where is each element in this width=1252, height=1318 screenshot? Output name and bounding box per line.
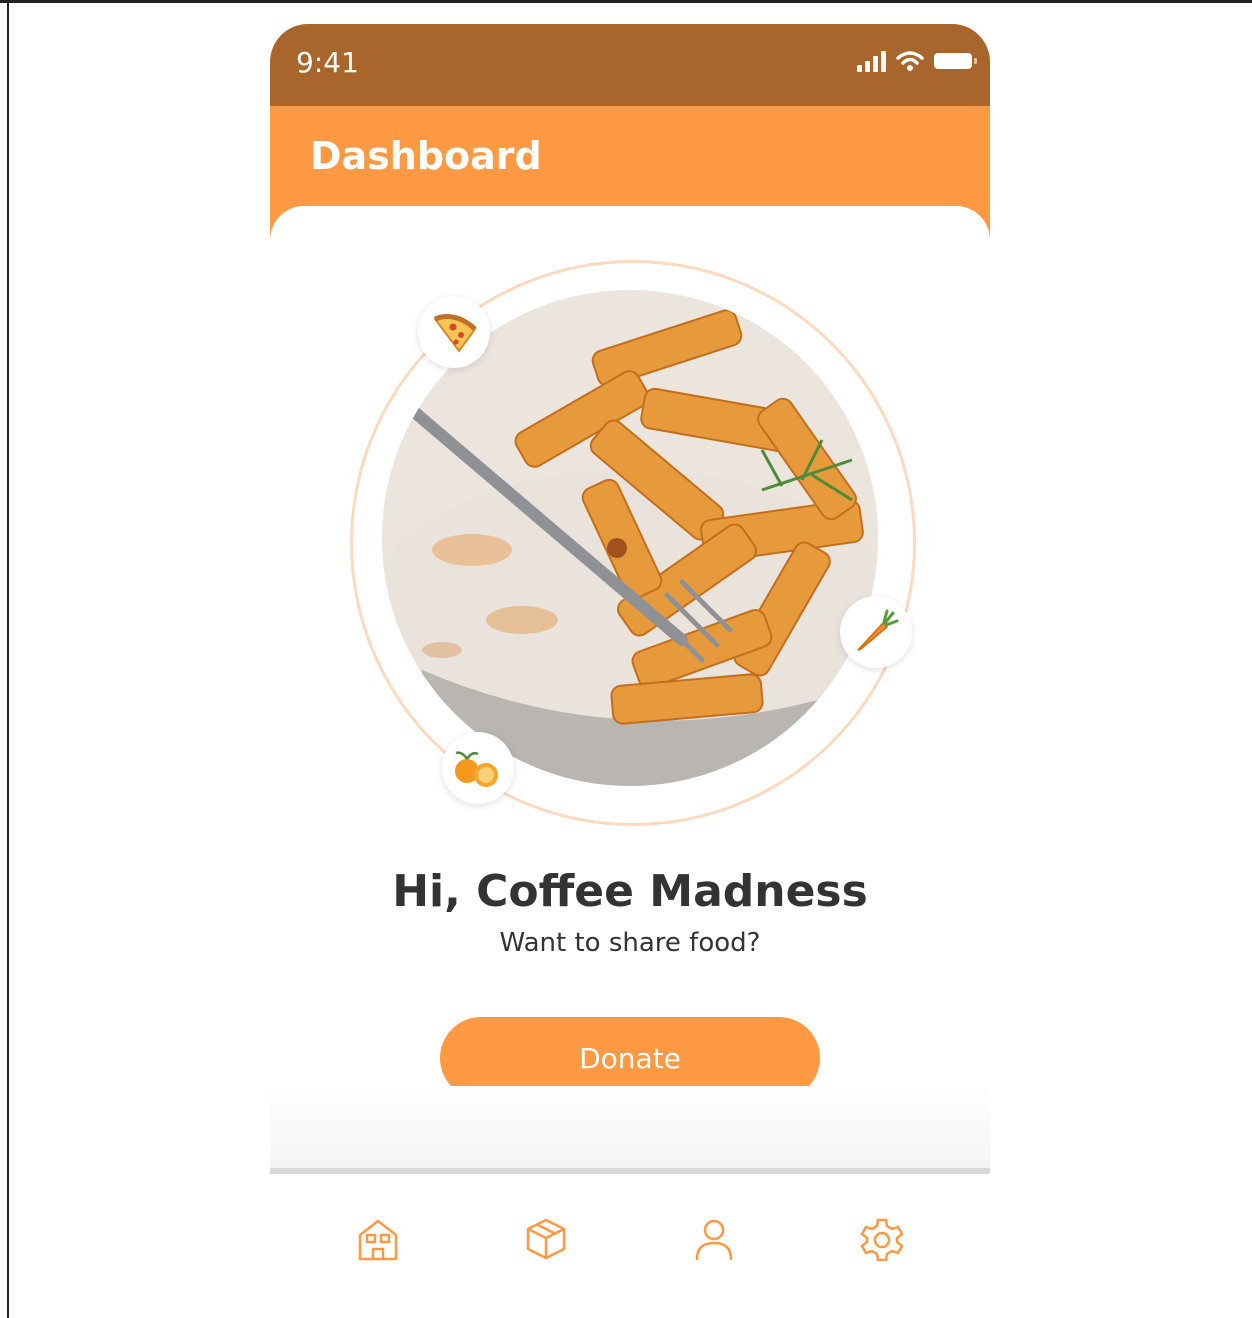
status-time: 9:41: [296, 46, 359, 79]
settings-icon[interactable]: [857, 1214, 907, 1264]
pizza-icon: [418, 296, 490, 368]
window-border-left: [7, 0, 9, 1318]
home-icon[interactable]: [353, 1214, 403, 1264]
greeting-title: Hi, Coffee Madness: [392, 866, 868, 917]
page-title: Dashboard: [310, 134, 542, 178]
wifi-icon: [896, 51, 924, 71]
bottom-nav: [270, 1174, 990, 1318]
status-bar: 9:41: [270, 24, 990, 106]
phone-screen: 9:41 Dashboard Hi, Coffee Madness Want t…: [270, 24, 990, 1318]
status-icons: [857, 50, 977, 72]
main-content: Hi, Coffee Madness Want to share food? D…: [270, 206, 990, 1318]
content-fade: [270, 1086, 990, 1168]
window-border-top: [0, 0, 1252, 3]
orange-icon: [442, 732, 514, 804]
user-icon[interactable]: [689, 1214, 739, 1264]
battery-icon: [934, 53, 977, 69]
box-icon[interactable]: [521, 1214, 571, 1264]
signal-icon: [857, 50, 886, 72]
greeting-subtitle: Want to share food?: [499, 928, 761, 958]
carrot-icon: [840, 596, 912, 668]
